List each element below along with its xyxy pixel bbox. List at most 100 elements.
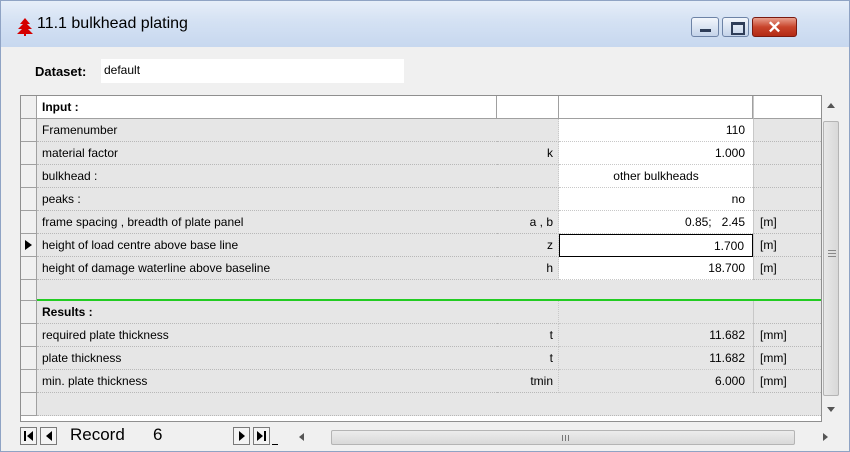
row-selector[interactable] (21, 234, 37, 257)
row-selector[interactable] (21, 211, 37, 234)
row-unit: [m] (753, 257, 821, 280)
last-record-icon (257, 431, 263, 441)
row-unit: [m] (753, 211, 821, 234)
row-selector[interactable] (21, 324, 37, 347)
row-description: Framenumber (37, 119, 497, 142)
row-selector[interactable] (21, 347, 37, 370)
row-selector[interactable] (21, 96, 37, 119)
row-description: plate thickness (37, 347, 497, 370)
last-record-button[interactable] (253, 427, 270, 445)
row-description: frame spacing , breadth of plate panel (37, 211, 497, 234)
row-symbol: k (497, 142, 559, 165)
scroll-up-button[interactable] (822, 97, 840, 114)
scroll-left-icon[interactable] (299, 433, 304, 441)
row-symbol: h (497, 257, 559, 280)
row-selector[interactable] (21, 393, 37, 416)
dataset-value: default (104, 63, 141, 77)
row-unit (753, 119, 821, 142)
table-row[interactable]: Results : (21, 301, 821, 324)
header-cell (753, 96, 821, 119)
maximize-button[interactable] (722, 17, 749, 37)
previous-record-button[interactable] (40, 427, 57, 445)
row-symbol: a , b (497, 211, 559, 234)
row-unit (753, 165, 821, 188)
chevron-up-icon (827, 103, 835, 108)
row-selector[interactable] (21, 370, 37, 393)
close-icon: ✕ (767, 18, 782, 37)
dataset-bar: Dataset: default (21, 56, 833, 88)
grip-icon (562, 435, 563, 441)
row-description: min. plate thickness (37, 370, 497, 393)
row-selector[interactable] (21, 301, 37, 324)
table-row[interactable] (21, 280, 821, 301)
record-number-field[interactable]: 6 (153, 425, 193, 445)
vertical-scrollbar[interactable] (822, 95, 840, 422)
minimize-button[interactable] (691, 17, 719, 37)
value-field[interactable]: 1.000 (559, 142, 753, 165)
row-description: height of damage waterline above baselin… (37, 257, 497, 280)
result-value: 11.682 (559, 324, 753, 347)
table-row[interactable]: plate thickness t 11.682 [mm] (21, 347, 821, 370)
row-symbol: z (497, 234, 559, 257)
input-section-heading: Input : (37, 96, 497, 119)
result-value: 6.000 (559, 370, 753, 393)
row-unit: [mm] (753, 347, 821, 370)
table-row[interactable]: height of damage waterline above baselin… (21, 257, 821, 280)
row-selector[interactable] (21, 165, 37, 188)
result-value: 11.682 (559, 347, 753, 370)
row-symbol: tmin (497, 370, 559, 393)
bulkhead-select[interactable]: other bulkheads (559, 165, 753, 188)
table-row[interactable] (21, 393, 821, 416)
next-record-button[interactable] (233, 427, 250, 445)
grid-header-row: Input : (21, 96, 821, 119)
value-field[interactable]: 110 (559, 119, 753, 142)
table-row[interactable]: frame spacing , breadth of plate panel a… (21, 211, 821, 234)
window-title: 11.1 bulkhead plating (37, 15, 188, 32)
first-record-bar-icon (24, 431, 26, 441)
value-field-active[interactable]: 1.700 (559, 234, 753, 257)
first-record-button[interactable] (20, 427, 37, 445)
title-bar[interactable]: 11.1 bulkhead plating ✕ (1, 1, 849, 47)
row-unit: [m] (753, 234, 821, 257)
table-row[interactable]: bulkhead : other bulkheads (21, 165, 821, 188)
header-cell (559, 96, 753, 119)
row-description: required plate thickness (37, 324, 497, 347)
chevron-down-icon (827, 407, 835, 412)
close-button[interactable]: ✕ (752, 17, 797, 37)
table-row[interactable]: material factor k 1.000 (21, 142, 821, 165)
vertical-scroll-thumb[interactable] (823, 121, 839, 396)
blank-row (37, 280, 821, 301)
row-description: peaks : (37, 188, 497, 211)
table-row[interactable]: Framenumber 110 (21, 119, 821, 142)
row-selector[interactable] (21, 257, 37, 280)
scroll-right-icon[interactable] (823, 433, 828, 441)
row-selector[interactable] (21, 119, 37, 142)
table-row-current[interactable]: height of load centre above base line z … (21, 234, 821, 257)
row-selector[interactable] (21, 280, 37, 301)
row-selector[interactable] (21, 142, 37, 165)
table-row[interactable]: min. plate thickness tmin 6.000 [mm] (21, 370, 821, 393)
header-cell (497, 96, 559, 119)
row-unit (753, 301, 821, 324)
navigator-divider (272, 444, 278, 445)
value-field[interactable]: 18.700 (559, 257, 753, 280)
row-symbol (497, 301, 559, 324)
dataset-field[interactable]: default (101, 59, 404, 83)
horizontal-scrollbar[interactable] (295, 429, 835, 446)
row-unit (753, 142, 821, 165)
minimize-icon (700, 29, 711, 32)
table-row[interactable]: required plate thickness t 11.682 [mm] (21, 324, 821, 347)
last-record-bar-icon (264, 431, 266, 441)
grip-icon (828, 250, 836, 251)
tree-icon (17, 18, 33, 36)
results-section-heading: Results : (37, 301, 497, 324)
first-record-icon (27, 431, 33, 441)
horizontal-scroll-thumb[interactable] (331, 430, 795, 445)
row-selector[interactable] (21, 188, 37, 211)
next-record-icon (239, 431, 245, 441)
row-unit: [mm] (753, 324, 821, 347)
table-row[interactable]: peaks : no (21, 188, 821, 211)
scroll-down-button[interactable] (822, 401, 840, 418)
value-field[interactable]: 0.85; 2.45 (559, 211, 753, 234)
peaks-select[interactable]: no (559, 188, 753, 211)
